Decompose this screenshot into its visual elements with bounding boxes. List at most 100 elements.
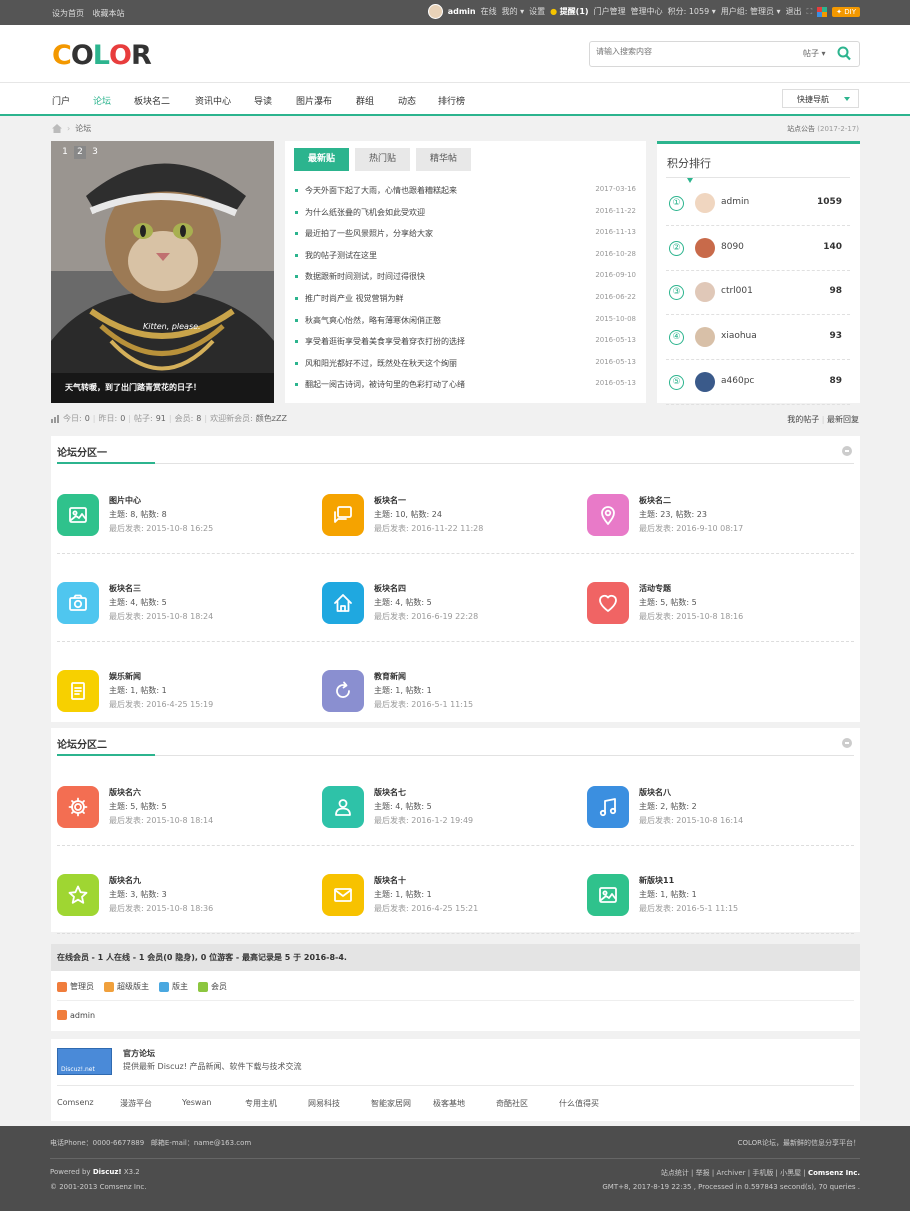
- forum-last-post[interactable]: 最后发表: 2016-9-10 08:17: [639, 523, 743, 534]
- forum-item[interactable]: 版块名八 主题: 2, 帖数: 2 最后发表: 2015-10-8 16:14: [581, 765, 846, 852]
- post-tab[interactable]: 热门贴: [355, 148, 410, 171]
- friend-link[interactable]: Comsenz: [57, 1098, 94, 1107]
- post-list-item[interactable]: 风和阳光都好不过，既然处在秋天这个绚丽 2016-05-13: [295, 356, 636, 378]
- collapse-icon[interactable]: [842, 446, 852, 456]
- forum-icon[interactable]: [587, 874, 629, 916]
- forum-icon[interactable]: [322, 670, 364, 712]
- post-list-item[interactable]: 推广时尚产业 视觉营销为鲜 2016-06-22: [295, 291, 636, 313]
- forum-icon[interactable]: [57, 494, 99, 536]
- forum-last-post[interactable]: 最后发表: 2015-10-8 16:14: [639, 815, 743, 826]
- slide-page[interactable]: 3: [89, 146, 101, 159]
- forum-icon[interactable]: [322, 786, 364, 828]
- my-menu[interactable]: 我的 ▾: [502, 6, 525, 17]
- post-title[interactable]: 享受着逛街享受着美食享受着穿衣打扮的选择: [305, 336, 465, 347]
- forum-item[interactable]: 图片中心 主题: 8, 帖数: 8 最后发表: 2015-10-8 16:25: [51, 473, 316, 560]
- forum-name[interactable]: 图片中心: [109, 495, 141, 506]
- friend-link[interactable]: 极客基地: [433, 1098, 465, 1109]
- forum-last-post[interactable]: 最后发表: 2015-10-8 18:16: [639, 611, 743, 622]
- reminder-link[interactable]: ● 提醒(1): [550, 6, 588, 17]
- search-input[interactable]: [596, 47, 776, 56]
- forum-item[interactable]: 活动专题 主题: 5, 帖数: 5 最后发表: 2015-10-8 18:16: [581, 561, 846, 648]
- post-title[interactable]: 为什么纸张叠的飞机会如此受欢迎: [305, 207, 425, 218]
- post-title[interactable]: 今天外面下起了大雨，心情也跟着糟糕起来: [305, 185, 457, 196]
- section-title[interactable]: 论坛分区二: [57, 736, 107, 751]
- online-member[interactable]: admin: [57, 1010, 95, 1020]
- post-title[interactable]: 数据跟新时间测试，时间过得很快: [305, 271, 425, 282]
- forum-name[interactable]: 版块名十: [374, 875, 406, 886]
- logout-link[interactable]: 退出: [786, 6, 802, 17]
- post-tab[interactable]: 最新贴: [294, 148, 349, 171]
- nav-item[interactable]: 导读: [254, 94, 272, 107]
- post-title[interactable]: 秋高气爽心怡然，略有薄寒休闲俏正憨: [305, 315, 441, 326]
- forum-item[interactable]: 教育新闻 主题: 1, 帖数: 1 最后发表: 2016-5-1 11:15: [316, 649, 581, 736]
- ranking-item[interactable]: ④ xiaohua 93: [666, 316, 850, 361]
- forum-name[interactable]: 活动专题: [639, 583, 671, 594]
- my-posts-link[interactable]: 我的帖子: [787, 415, 819, 424]
- ranking-item[interactable]: ② 8090 140: [666, 227, 850, 271]
- ranking-item[interactable]: ⑤ a460pc 89: [666, 361, 850, 405]
- ranking-username[interactable]: admin: [721, 197, 749, 207]
- post-title[interactable]: 风和阳光都好不过，既然处在秋天这个绚丽: [305, 358, 457, 369]
- nav-item[interactable]: 门户: [52, 94, 70, 107]
- ranking-item[interactable]: ① admin 1059: [666, 182, 850, 226]
- forum-item[interactable]: 版块名十 主题: 1, 帖数: 1 最后发表: 2016-4-25 15:21: [316, 853, 581, 940]
- avatar[interactable]: [695, 371, 715, 392]
- forum-name[interactable]: 版块名九: [109, 875, 141, 886]
- home-icon[interactable]: [52, 124, 62, 133]
- post-list-item[interactable]: 为什么纸张叠的飞机会如此受欢迎 2016-11-22: [295, 205, 636, 227]
- post-list-item[interactable]: 秋高气爽心怡然，略有薄寒休闲俏正憨 2015-10-08: [295, 313, 636, 335]
- post-list-item[interactable]: 翻起一阅古诗词，被诗句里的色彩打动了心绪 2016-05-13: [295, 377, 636, 399]
- forum-name[interactable]: 教育新闻: [374, 671, 406, 682]
- nav-item[interactable]: 板块名二: [134, 94, 170, 107]
- forum-last-post[interactable]: 最后发表: 2016-4-25 15:21: [374, 903, 478, 914]
- settings-link[interactable]: 设置: [529, 6, 545, 17]
- forum-icon[interactable]: [322, 874, 364, 916]
- friend-link[interactable]: 什么值得买: [559, 1098, 599, 1109]
- set-home-link[interactable]: 设为首页: [52, 9, 84, 18]
- section-title[interactable]: 论坛分区一: [57, 444, 107, 459]
- forum-last-post[interactable]: 最后发表: 2015-10-8 18:24: [109, 611, 213, 622]
- forum-last-post[interactable]: 最后发表: 2015-10-8 18:14: [109, 815, 213, 826]
- post-title[interactable]: 翻起一阅古诗词，被诗句里的色彩打动了心绪: [305, 379, 465, 390]
- forum-last-post[interactable]: 最后发表: 2015-10-8 16:25: [109, 523, 213, 534]
- friend-link[interactable]: 奇酷社区: [496, 1098, 528, 1109]
- forum-icon[interactable]: [322, 582, 364, 624]
- collapse-icon[interactable]: [842, 738, 852, 748]
- forum-last-post[interactable]: 最后发表: 2015-10-8 18:36: [109, 903, 213, 914]
- forum-last-post[interactable]: 最后发表: 2016-5-1 11:15: [374, 699, 473, 710]
- fullscreen-icon[interactable]: ⛶: [807, 7, 813, 17]
- forum-icon[interactable]: [57, 874, 99, 916]
- avatar[interactable]: [695, 327, 715, 348]
- style-tiles-icon[interactable]: [817, 6, 828, 17]
- search-type-select[interactable]: 帖子 ▾: [803, 48, 826, 59]
- ranking-username[interactable]: ctrl001: [721, 286, 753, 296]
- forum-name[interactable]: 板块名三: [109, 583, 141, 594]
- forum-name[interactable]: 版块名八: [639, 787, 671, 798]
- forum-item[interactable]: 板块名二 主题: 23, 帖数: 23 最后发表: 2016-9-10 08:17: [581, 473, 846, 560]
- post-tab[interactable]: 精华帖: [416, 148, 471, 171]
- forum-icon[interactable]: [57, 582, 99, 624]
- nav-item[interactable]: 论坛: [93, 94, 111, 107]
- forum-last-post[interactable]: 最后发表: 2016-11-22 11:28: [374, 523, 483, 534]
- forum-icon[interactable]: [322, 494, 364, 536]
- forum-item[interactable]: 版块名六 主题: 5, 帖数: 5 最后发表: 2015-10-8 18:14: [51, 765, 316, 852]
- points-menu[interactable]: 积分: 1059 ▾: [668, 6, 716, 17]
- new-replies-link[interactable]: 最新回复: [827, 415, 859, 424]
- discuz-logo[interactable]: Discuz!.net: [57, 1048, 112, 1075]
- post-list-item[interactable]: 今天外面下起了大雨，心情也跟着糟糕起来 2017-03-16: [295, 183, 636, 205]
- friend-link[interactable]: 漫游平台: [120, 1098, 152, 1109]
- avatar[interactable]: [695, 237, 715, 258]
- slide-page[interactable]: 1: [59, 146, 71, 159]
- diy-button[interactable]: ✦ DIY: [832, 6, 860, 17]
- username-link[interactable]: admin: [448, 7, 476, 16]
- forum-icon[interactable]: [587, 582, 629, 624]
- image-slideshow[interactable]: Kitten, please. 123 天气转暖，到了出门踏青赏花的日子！: [51, 141, 274, 403]
- nav-item[interactable]: 群组: [356, 94, 374, 107]
- ranking-item[interactable]: ③ ctrl001 98: [666, 271, 850, 316]
- forum-icon[interactable]: [587, 494, 629, 536]
- forum-item[interactable]: 新版块11 主题: 1, 帖数: 1 最后发表: 2016-5-1 11:15: [581, 853, 846, 940]
- forum-name[interactable]: 板块名四: [374, 583, 406, 594]
- forum-item[interactable]: 板块名四 主题: 4, 帖数: 5 最后发表: 2016-6-19 22:28: [316, 561, 581, 648]
- friend-link[interactable]: 网易科技: [308, 1098, 340, 1109]
- forum-icon[interactable]: [587, 786, 629, 828]
